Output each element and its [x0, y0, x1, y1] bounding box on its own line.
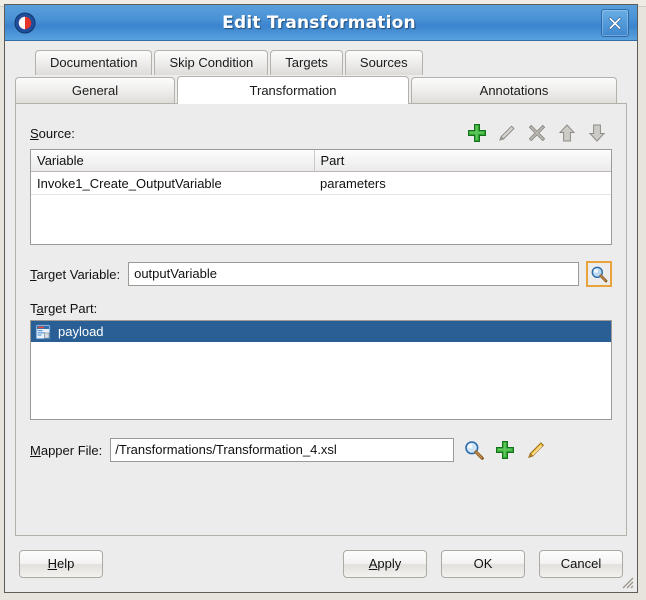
tab-row-upper: Documentation Skip Condition Targets Sou… — [15, 49, 627, 75]
add-icon[interactable] — [494, 439, 516, 461]
table-row[interactable]: Invoke1_Create_OutputVariable parameters — [31, 171, 611, 195]
source-label: Source: — [30, 126, 75, 141]
ok-button[interactable]: OK — [441, 550, 525, 578]
tab-row-lower: General Transformation Annotations — [15, 76, 627, 104]
edit-pencil-icon[interactable] — [496, 122, 518, 144]
source-label-mnemonic: S — [30, 125, 39, 141]
cell-part: parameters — [314, 171, 611, 195]
transformation-panel: Source: Variable Part Invoke1_Create_Out… — [15, 103, 627, 536]
tab-transformation[interactable]: Transformation — [177, 76, 409, 104]
dialog-titlebar: Edit Transformation — [5, 5, 637, 41]
mapper-file-row: Mapper File: /Transformations/Transforma… — [30, 438, 612, 462]
target-variable-input[interactable]: outputVariable — [128, 262, 579, 286]
mapper-file-actions — [463, 439, 547, 461]
target-part-label-rest: rget Part: — [43, 301, 98, 316]
edit-transformation-dialog: Edit Transformation Documentation Skip C… — [4, 4, 638, 593]
column-header-part[interactable]: Part — [314, 150, 611, 172]
search-magnifier-icon[interactable] — [463, 439, 485, 461]
list-item-label: payload — [58, 324, 104, 339]
move-down-icon[interactable] — [586, 122, 608, 144]
target-variable-label-rest: arget Variable: — [36, 266, 121, 282]
close-icon[interactable] — [601, 8, 629, 37]
mapper-file-label-rest: apper File: — [40, 442, 103, 458]
dialog-button-bar: Help Apply OK Cancel — [5, 536, 637, 592]
cancel-button[interactable]: Cancel — [539, 550, 623, 578]
cell-variable: Invoke1_Create_OutputVariable — [31, 171, 314, 195]
edit-pencil-icon[interactable] — [525, 439, 547, 461]
list-item[interactable]: payload — [31, 321, 611, 342]
target-part-label: Target Part: — [30, 301, 612, 316]
move-up-icon[interactable] — [556, 122, 578, 144]
xml-document-icon — [35, 324, 51, 339]
target-part-label-mnemonic: a — [36, 301, 44, 316]
tab-targets[interactable]: Targets — [270, 50, 343, 75]
delete-icon[interactable] — [526, 122, 548, 144]
table-header-row: Variable Part — [31, 150, 611, 172]
tab-annotations[interactable]: Annotations — [411, 77, 617, 104]
search-magnifier-icon — [591, 266, 608, 283]
source-label-rest: ource: — [38, 125, 75, 141]
source-table[interactable]: Variable Part Invoke1_Create_OutputVaria… — [30, 149, 612, 245]
dialog-title: Edit Transformation — [222, 12, 416, 33]
mapper-file-label-mnemonic: M — [30, 442, 41, 458]
help-button-mnemonic: H — [47, 556, 58, 571]
oracle-jdeveloper-icon — [13, 11, 37, 35]
apply-button-rest: pply — [377, 556, 402, 571]
mapper-file-input[interactable]: /Transformations/Transformation_4.xsl — [110, 438, 455, 462]
tab-sources[interactable]: Sources — [344, 50, 423, 75]
tab-general[interactable]: General — [15, 77, 175, 104]
apply-button[interactable]: Apply — [343, 550, 427, 578]
add-icon[interactable] — [466, 122, 488, 144]
resize-grip[interactable] — [620, 575, 634, 589]
source-section-header: Source: — [30, 122, 612, 144]
target-part-list[interactable]: payload — [30, 320, 612, 420]
target-variable-row: Target Variable: outputVariable — [30, 261, 612, 287]
help-button-rest: elp — [57, 556, 75, 571]
mapper-file-label: Mapper File: — [30, 443, 102, 458]
target-variable-label: Target Variable: — [30, 267, 120, 282]
column-header-variable[interactable]: Variable — [31, 150, 315, 172]
target-variable-browse-button[interactable] — [586, 261, 612, 287]
help-button[interactable]: Help — [19, 550, 103, 578]
tab-documentation[interactable]: Documentation — [35, 50, 153, 75]
tab-skip-condition[interactable]: Skip Condition — [154, 50, 269, 75]
tab-strip: Documentation Skip Condition Targets Sou… — [5, 41, 637, 104]
source-toolbar — [466, 122, 612, 144]
